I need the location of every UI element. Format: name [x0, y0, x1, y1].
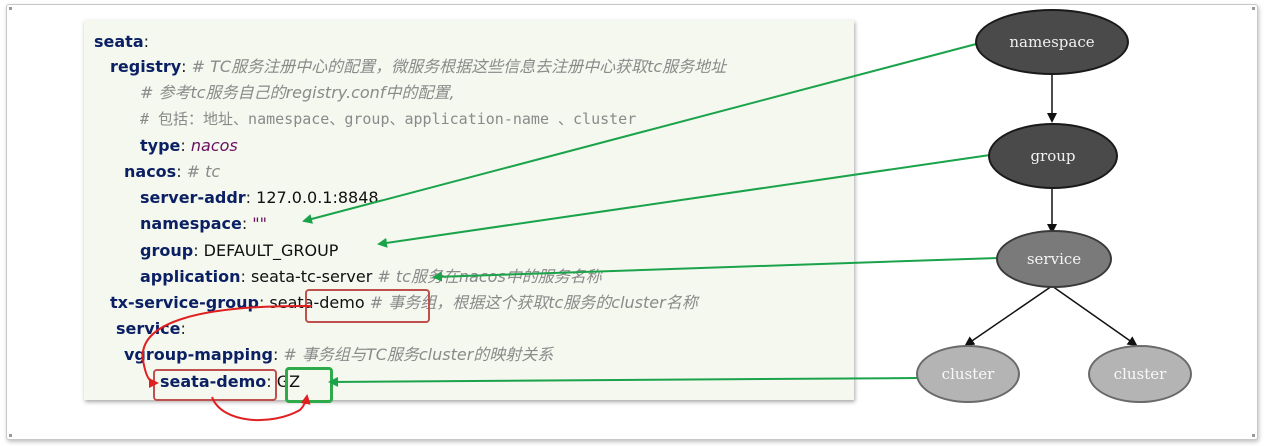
node-service: service [996, 230, 1112, 288]
arrow-group-to-config [377, 154, 991, 248]
arrow-cluster-to-config [328, 376, 919, 387]
arrow-mapping-to-cluster-value [211, 394, 311, 422]
arrow-service-to-config [432, 257, 999, 282]
edge-service-cluster2 [1051, 285, 1138, 347]
arrow-namespace-to-config [302, 42, 981, 224]
node-cluster-2: cluster [1088, 345, 1192, 403]
arrow-txgroup-to-mapping [141, 304, 313, 388]
edge-service-cluster1 [964, 285, 1053, 347]
node-cluster-1: cluster [916, 345, 1020, 403]
node-group: group [988, 123, 1118, 189]
node-namespace: namespace [975, 9, 1129, 75]
